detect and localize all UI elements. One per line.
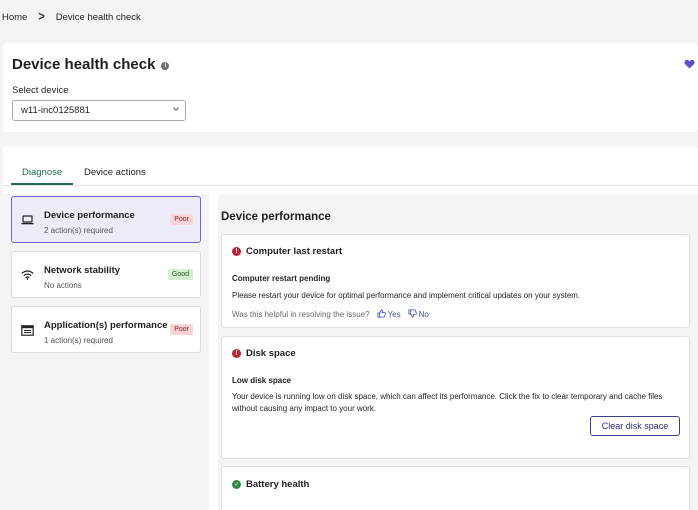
wifi-icon (20, 269, 34, 281)
issue-description: Your device is running low on disk space… (232, 392, 663, 413)
feedback-yes-button[interactable]: Yes (377, 309, 401, 320)
select-device-label: Select device (12, 85, 69, 96)
status-badge: Poor (170, 214, 193, 225)
issue-title: Disk space (246, 348, 296, 359)
header-card: Device health check i Select device w11-… (3, 43, 698, 132)
issue-card-disk-space: ! Disk space Low disk space Your device … (221, 336, 690, 459)
category-status: 2 action(s) required (44, 226, 113, 235)
page-title: Device health check i (12, 56, 170, 73)
tab-device-actions[interactable]: Device actions (84, 167, 146, 178)
tab-diagnose[interactable]: Diagnose (22, 167, 62, 178)
thumbs-down-icon (408, 309, 417, 320)
category-status: No actions (44, 281, 82, 290)
detail-pane: Device performance ! Computer last resta… (218, 194, 698, 510)
breadcrumb: Home > Device health check (0, 0, 698, 34)
page-title-text: Device health check (12, 56, 156, 73)
feedback-no-label: No (418, 310, 429, 319)
heart-icon[interactable] (684, 58, 695, 72)
main-card: Diagnose Device actions Device performan… (3, 146, 698, 510)
detail-title: Device performance (221, 211, 331, 223)
issue-title: Battery health (246, 479, 310, 490)
breadcrumb-current: Device health check (55, 11, 141, 23)
app-window-icon (20, 324, 34, 336)
category-network-stability[interactable]: Network stability No actions Good (11, 251, 201, 298)
issue-header: ! Disk space (232, 348, 296, 359)
issue-description: Please restart your device for optimal p… (232, 291, 581, 300)
tab-bar: Diagnose Device actions (3, 146, 698, 186)
issue-card-battery-health: ✓ Battery health (221, 466, 690, 510)
issue-subtitle: Computer restart pending (232, 274, 331, 283)
feedback-question: Was this helpful in resolving the issue? (232, 310, 370, 319)
issue-card-last-restart: ! Computer last restart Computer restart… (221, 234, 690, 328)
feedback-row: Was this helpful in resolving the issue?… (232, 309, 429, 320)
feedback-no-button[interactable]: No (408, 309, 429, 320)
category-name: Application(s) performance (44, 320, 168, 331)
check-icon: ✓ (232, 480, 241, 489)
status-badge: Poor (170, 324, 193, 335)
error-icon: ! (232, 247, 241, 256)
issue-header: ! Computer last restart (232, 246, 342, 257)
breadcrumb-home[interactable]: Home (2, 12, 27, 23)
device-select-value: w11-inc0125881 (21, 105, 91, 116)
feedback-yes-label: Yes (387, 310, 401, 319)
category-status: 1 action(s) required (44, 336, 113, 345)
category-device-performance[interactable]: Device performance 2 action(s) required … (11, 196, 201, 243)
category-list: Device performance 2 action(s) required … (3, 194, 209, 510)
issue-subtitle: Low disk space (232, 376, 292, 385)
chevron-down-icon (172, 105, 180, 115)
breadcrumb-separator: > (38, 9, 45, 25)
category-name: Network stability (44, 265, 121, 276)
status-badge: Good (167, 269, 193, 280)
error-icon: ! (232, 349, 241, 358)
active-tab-indicator (11, 183, 73, 185)
info-icon[interactable]: i (161, 62, 170, 70)
thumbs-up-icon (377, 309, 386, 320)
category-name: Device performance (44, 210, 135, 221)
device-select[interactable]: w11-inc0125881 (12, 100, 186, 121)
issue-title: Computer last restart (246, 246, 343, 257)
issue-header: ✓ Battery health (232, 479, 309, 490)
clear-disk-space-button[interactable]: Clear disk space (590, 416, 680, 436)
laptop-icon (20, 214, 34, 226)
category-application-performance[interactable]: Application(s) performance 1 action(s) r… (11, 306, 201, 353)
